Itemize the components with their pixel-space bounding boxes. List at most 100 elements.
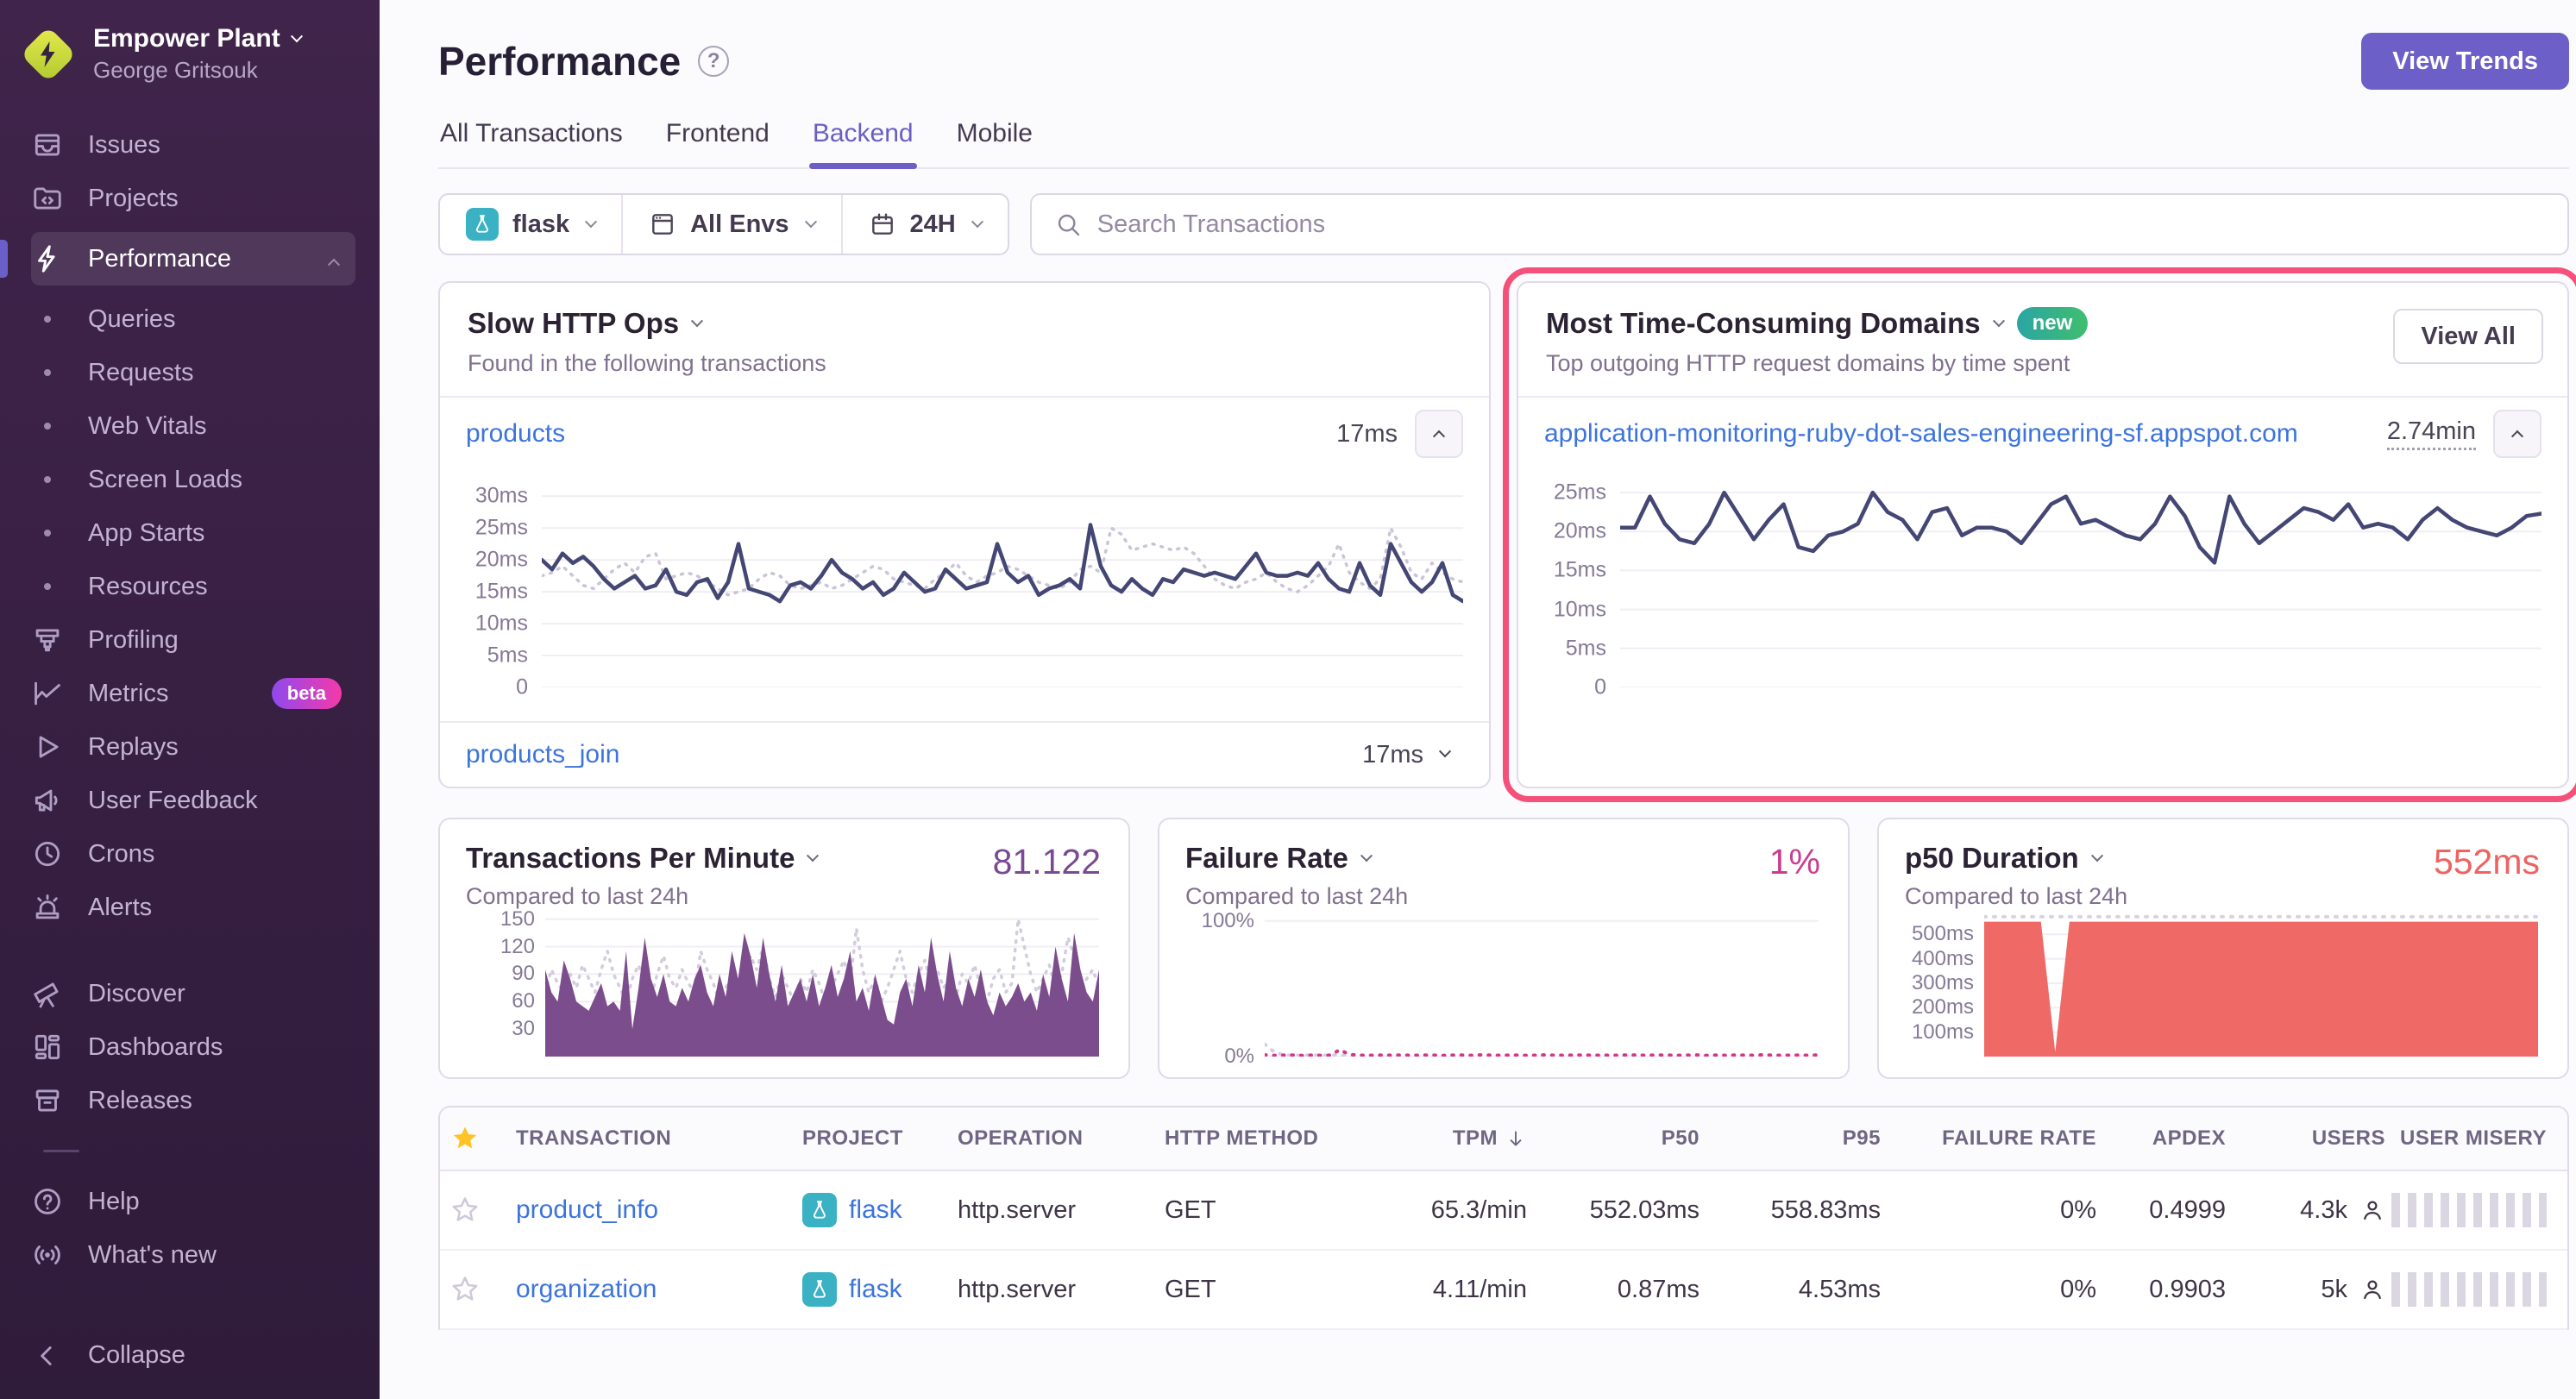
date-range-value: 24H [910, 210, 956, 239]
sidebar-item-releases[interactable]: Releases [31, 1074, 355, 1127]
slow-http-ops-title-dropdown[interactable]: Slow HTTP Ops [468, 307, 679, 340]
failure-rate-title-dropdown[interactable]: Failure Rate [1185, 842, 1348, 875]
y-axis-label: 0 [1594, 675, 1606, 700]
operation-cell: http.server [958, 1276, 1165, 1304]
chevron-up-icon [330, 245, 338, 273]
sidebar-item-queries[interactable]: Queries [31, 292, 355, 346]
y-axis-label: 25ms [475, 516, 528, 541]
http-method-cell: GET [1165, 1276, 1363, 1304]
bullet-icon [31, 476, 64, 483]
bullet-icon [31, 423, 64, 430]
sidebar-item-projects[interactable]: Projects [31, 172, 355, 225]
tab-mobile[interactable]: Mobile [955, 119, 1034, 167]
sidebar-item-label: Alerts [88, 894, 152, 922]
sidebar-item-metrics[interactable]: Metricsbeta [31, 667, 355, 720]
flask-project-icon [802, 1193, 837, 1227]
project-filter-value: flask [512, 210, 569, 239]
sidebar-item-web-vitals[interactable]: Web Vitals [31, 399, 355, 453]
sidebar-item-alerts[interactable]: Alerts [31, 881, 355, 934]
sidebar-item-label: User Feedback [88, 787, 258, 815]
transactions-table: TRANSACTIONPROJECTOPERATIONHTTP METHODTP… [438, 1106, 2569, 1330]
column-header-p50[interactable]: P50 [1527, 1126, 1700, 1151]
favorite-star[interactable] [450, 1275, 516, 1304]
column-header-http-method[interactable]: HTTP METHOD [1165, 1126, 1363, 1151]
sidebar-item-resources[interactable]: Resources [31, 560, 355, 613]
transaction-link[interactable]: organization [516, 1275, 657, 1304]
column-header-failure-rate[interactable]: FAILURE RATE [1881, 1126, 2096, 1151]
domain-link[interactable]: application-monitoring-ruby-dot-sales-en… [1544, 419, 2370, 449]
bullet-icon [31, 369, 64, 376]
column-header-user-misery[interactable]: USER MISERY [2385, 1126, 2547, 1151]
column-header-transaction[interactable]: TRANSACTION [516, 1126, 802, 1151]
chevron-down-icon [804, 216, 816, 228]
metrics-icon [31, 679, 64, 708]
favorite-star[interactable] [450, 1195, 516, 1225]
tpm-chart: 150120906030 [466, 910, 1103, 1057]
whats_new-icon [31, 1240, 64, 1270]
sidebar-item-dashboards[interactable]: Dashboards [31, 1020, 355, 1074]
p50-duration-chart: 500ms400ms300ms200ms100ms [1905, 910, 2541, 1057]
transaction-link[interactable]: products_join [466, 740, 1345, 769]
sidebar-item-what-s-new[interactable]: What's new [31, 1228, 355, 1282]
sidebar-item-help[interactable]: Help [31, 1175, 355, 1228]
collapse-row-button[interactable] [2493, 410, 2541, 458]
sidebar-item-user-feedback[interactable]: User Feedback [31, 774, 355, 827]
http-method-cell: GET [1165, 1196, 1363, 1225]
y-axis-label: 500ms [1912, 922, 1974, 946]
sidebar-item-app-starts[interactable]: App Starts [31, 506, 355, 560]
sidebar-collapse-button[interactable]: Collapse [31, 1341, 355, 1370]
column-header-users[interactable]: USERS [2226, 1126, 2385, 1151]
sidebar-item-label: Metrics [88, 680, 168, 708]
column-header-apdex[interactable]: APDEX [2096, 1126, 2226, 1151]
view-trends-button[interactable]: View Trends [2361, 33, 2569, 90]
sidebar-item-label: Resources [88, 573, 208, 601]
help-question-icon[interactable] [698, 46, 729, 77]
sidebar-item-label: Releases [88, 1087, 192, 1115]
sidebar-item-label: Help [88, 1188, 140, 1216]
project-filter[interactable]: flask [440, 195, 621, 254]
dashboards-icon [31, 1032, 64, 1062]
user-name: George Gritsouk [93, 57, 301, 84]
column-header-tpm[interactable]: TPM [1363, 1126, 1527, 1151]
sidebar-item-issues[interactable]: Issues [31, 118, 355, 172]
issues-icon [31, 130, 64, 160]
transaction-link[interactable]: products [466, 419, 1319, 449]
page-title: Performance [438, 38, 681, 85]
environment-filter[interactable]: All Envs [621, 195, 840, 254]
collapse-row-button[interactable] [1415, 410, 1463, 458]
p50-duration-title-dropdown[interactable]: p50 Duration [1905, 842, 2079, 875]
tpm-title-dropdown[interactable]: Transactions Per Minute [466, 842, 795, 875]
org-switcher[interactable]: Empower Plant George Gritsouk [0, 0, 380, 92]
sidebar-item-replays[interactable]: Replays [31, 720, 355, 774]
column-header-operation[interactable]: OPERATION [958, 1126, 1165, 1151]
sidebar-item-discover[interactable]: Discover [31, 967, 355, 1020]
sidebar-item-requests[interactable]: Requests [31, 346, 355, 399]
domains-title-dropdown[interactable]: Most Time-Consuming Domains [1546, 307, 1981, 340]
profiling-icon [31, 625, 64, 655]
tab-frontend[interactable]: Frontend [664, 119, 771, 167]
tab-all-transactions[interactable]: All Transactions [438, 119, 625, 167]
search-input[interactable] [1097, 210, 2545, 239]
favorites-column-header[interactable] [450, 1124, 516, 1153]
y-axis-label: 10ms [1554, 597, 1606, 622]
y-axis-label: 150 [500, 907, 535, 932]
search-transactions-input[interactable] [1030, 193, 2569, 255]
column-header-project[interactable]: PROJECT [802, 1126, 958, 1151]
chart-plot-area [1984, 910, 2538, 1057]
failure-rate-chart: 100%0% [1185, 910, 1822, 1057]
sidebar-item-screen-loads[interactable]: Screen Loads [31, 453, 355, 506]
tpm-value: 81.122 [993, 842, 1101, 882]
date-range-filter[interactable]: 24H [841, 195, 1008, 254]
transaction-link[interactable]: product_info [516, 1195, 658, 1225]
project-link[interactable]: flask [849, 1195, 902, 1225]
bullet-icon [31, 530, 64, 536]
sidebar-item-crons[interactable]: Crons [31, 827, 355, 881]
expand-row-button[interactable] [1441, 747, 1449, 762]
column-header-p95[interactable]: P95 [1700, 1126, 1881, 1151]
sidebar-item-label: What's new [88, 1241, 217, 1270]
project-link[interactable]: flask [849, 1275, 902, 1304]
sidebar-item-performance[interactable]: Performance [31, 232, 355, 285]
tab-backend[interactable]: Backend [811, 119, 915, 167]
sidebar-item-profiling[interactable]: Profiling [31, 613, 355, 667]
view-all-button[interactable]: View All [2393, 309, 2543, 364]
